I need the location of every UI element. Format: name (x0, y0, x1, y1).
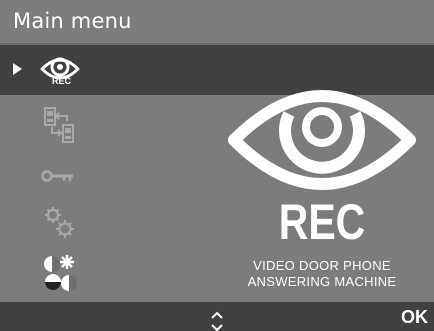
screen: Main menu REC REC VIDEO DOOR PHONE ANSWE… (0, 0, 434, 331)
preview-line-1: VIDEO DOOR PHONE (253, 258, 391, 273)
scroll-down-icon[interactable] (210, 317, 224, 331)
footer-bar: OK (0, 302, 434, 331)
header-bar: Main menu (0, 0, 434, 44)
eye-rec-icon (36, 47, 84, 93)
display-settings-icon (36, 251, 84, 297)
preview-title: REC (278, 194, 366, 250)
scroll-up-icon[interactable] (210, 305, 224, 319)
eye-icon (222, 80, 422, 192)
page-title: Main menu (13, 9, 132, 33)
selection-pointer-icon (13, 63, 22, 75)
ok-button[interactable]: OK (401, 306, 428, 328)
menu-item-rec-label: REC (52, 76, 72, 86)
intercom-transfer-icon (36, 105, 84, 151)
gears-icon (36, 200, 84, 246)
preview-line-2: ANSWERING MACHINE (247, 274, 397, 289)
preview-panel: REC VIDEO DOOR PHONE ANSWERING MACHINE (210, 80, 434, 300)
key-icon (36, 154, 84, 200)
